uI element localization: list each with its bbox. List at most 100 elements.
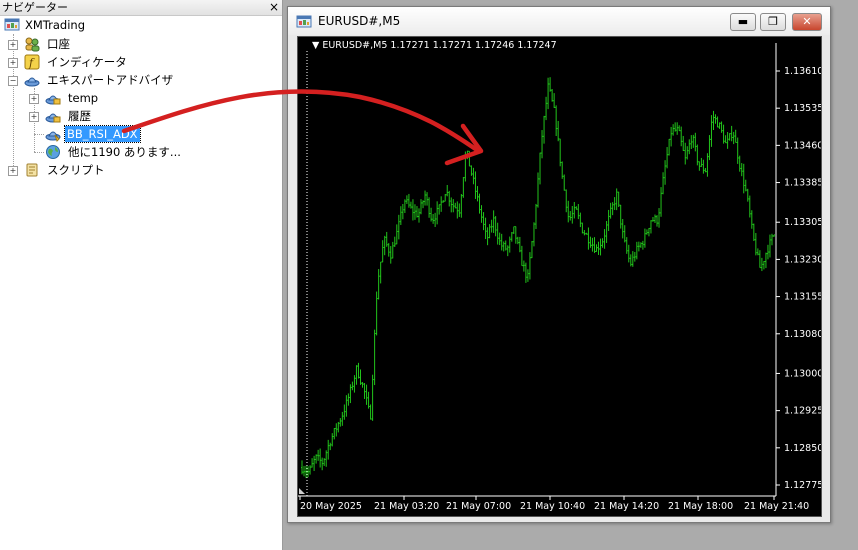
price-bar xyxy=(317,449,320,461)
price-bar xyxy=(472,167,475,185)
price-bar xyxy=(391,241,394,259)
price-chart-svg[interactable]: 1.13610 1.13535 1.13460 1.13385 1.13305 1.132… xyxy=(298,37,821,516)
time-tick-label: 20 May 2025 xyxy=(300,501,362,512)
price-bar xyxy=(704,168,707,173)
price-tick-label: 1.13460 xyxy=(784,140,821,151)
price-bar xyxy=(345,395,348,417)
price-bar xyxy=(571,205,574,224)
price-bar xyxy=(545,96,548,121)
expand-icon[interactable]: + xyxy=(8,40,18,50)
price-tick-label: 1.12775 xyxy=(784,480,821,491)
price-bar xyxy=(498,232,501,246)
price-bar xyxy=(367,391,370,409)
price-bar xyxy=(520,245,523,267)
price-bar xyxy=(651,216,654,222)
price-bar xyxy=(690,135,693,150)
price-bar xyxy=(432,213,435,224)
price-bar xyxy=(553,93,556,108)
price-bar xyxy=(724,135,727,144)
price-bar xyxy=(377,269,380,300)
price-bar xyxy=(617,191,620,208)
price-bar xyxy=(454,202,457,209)
close-button[interactable]: ✕ xyxy=(792,13,822,31)
price-bar xyxy=(563,174,566,191)
price-bar xyxy=(698,161,701,171)
price-bar xyxy=(760,257,763,272)
price-bar xyxy=(528,252,531,280)
price-bar xyxy=(385,231,388,247)
price-bar xyxy=(484,217,487,240)
price-bar xyxy=(674,122,677,132)
restore-button[interactable]: ❐ xyxy=(760,13,786,31)
tree-item-label: インディケータ xyxy=(47,55,127,69)
chart-window[interactable]: EURUSD#,M5 ▬ ❐ ✕ 1.13610 1.13535 1.13460 1.… xyxy=(287,6,831,523)
price-bar xyxy=(662,172,665,195)
price-bar xyxy=(476,186,479,202)
price-bar xyxy=(653,214,656,224)
price-bar xyxy=(635,241,638,260)
price-bar xyxy=(534,203,537,229)
price-bar xyxy=(692,134,695,148)
price-bar xyxy=(712,110,715,130)
price-bar xyxy=(680,126,683,147)
price-bar xyxy=(607,209,610,231)
price-bar xyxy=(575,206,578,210)
price-bar xyxy=(327,439,330,460)
script-scroll-icon xyxy=(26,163,38,177)
price-bar xyxy=(740,163,743,177)
price-bar xyxy=(647,227,650,237)
price-bar xyxy=(371,374,374,421)
price-bar xyxy=(403,199,406,213)
price-bar xyxy=(684,142,687,165)
price-bar xyxy=(641,240,644,250)
price-bar xyxy=(323,458,326,466)
minimize-button[interactable]: ▬ xyxy=(730,13,756,31)
price-bar xyxy=(407,193,410,208)
tree-line xyxy=(34,134,44,135)
price-bar xyxy=(363,382,366,399)
price-bar xyxy=(736,137,739,164)
price-bar xyxy=(409,201,412,209)
price-bar xyxy=(315,454,318,464)
expand-icon[interactable]: + xyxy=(29,112,39,122)
collapse-icon[interactable]: − xyxy=(8,76,18,86)
price-bar xyxy=(331,433,334,447)
expand-icon[interactable]: + xyxy=(8,166,18,176)
price-bar xyxy=(405,195,408,204)
price-bar xyxy=(773,234,775,237)
price-bar xyxy=(470,165,473,176)
price-bar xyxy=(401,204,404,220)
price-bar xyxy=(720,121,723,133)
price-bar xyxy=(434,212,437,227)
price-bar xyxy=(597,241,600,255)
price-bar xyxy=(335,423,338,437)
price-bar xyxy=(379,261,382,284)
chart-window-title-bar[interactable]: EURUSD#,M5 ▬ ❐ ✕ xyxy=(288,7,830,35)
price-bar xyxy=(595,244,598,252)
price-bar xyxy=(357,362,360,379)
expand-icon[interactable]: + xyxy=(8,58,18,68)
price-bar xyxy=(333,428,336,440)
price-tick-label: 1.13000 xyxy=(784,368,821,379)
price-bar xyxy=(319,448,322,468)
price-bar xyxy=(337,421,340,433)
price-bar xyxy=(591,237,594,252)
price-bar xyxy=(710,115,713,147)
price-bar xyxy=(313,455,316,472)
price-bar xyxy=(468,150,471,167)
time-tick-label: 21 May 21:40 xyxy=(744,501,809,512)
price-bar xyxy=(341,411,344,426)
price-bar xyxy=(383,235,386,256)
price-bar xyxy=(726,131,729,149)
price-bar xyxy=(547,77,550,110)
price-bar xyxy=(706,153,709,177)
navigator-close-icon[interactable]: × xyxy=(269,0,279,14)
price-bar xyxy=(389,246,392,264)
price-bar xyxy=(559,138,562,167)
expand-icon[interactable]: + xyxy=(29,94,39,104)
price-chart[interactable]: 1.13610 1.13535 1.13460 1.13385 1.13305 1.132… xyxy=(297,36,822,517)
price-bar xyxy=(718,122,721,129)
price-bar xyxy=(436,201,439,225)
price-bar xyxy=(365,384,368,405)
price-bar xyxy=(670,126,673,147)
